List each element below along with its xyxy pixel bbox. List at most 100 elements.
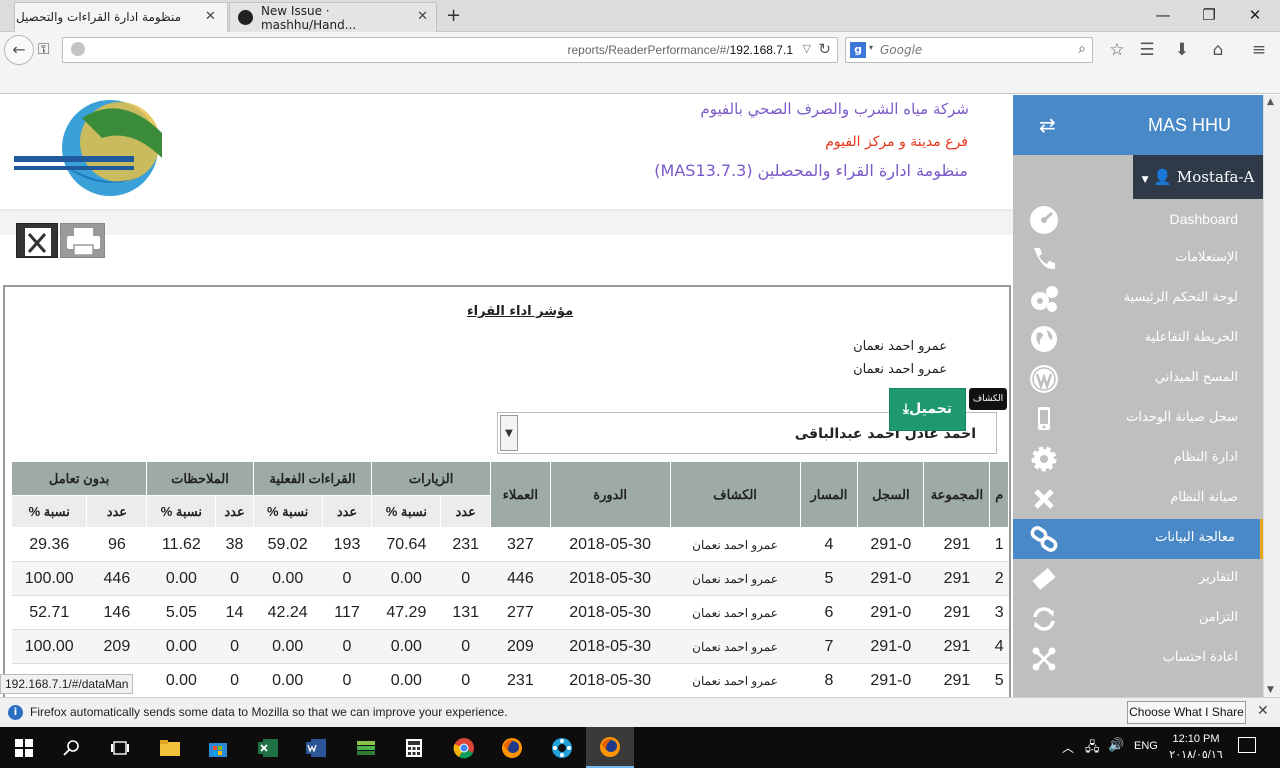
url-path: reports/ReaderPerformance/#/ (567, 43, 730, 57)
url-host: 192.168.7.1 (729, 43, 793, 57)
tab-title: New Issue · mashhu/Hand... (260, 3, 357, 32)
close-icon[interactable]: ✕ (417, 9, 428, 24)
col-percent: نسبة % (252, 495, 323, 528)
swap-arrows-icon[interactable]: ⇄ (1039, 113, 1056, 137)
group-notes: الملاحظات (146, 461, 254, 496)
sidebar-item-system-maintenance[interactable]: صيانة النظام (1013, 479, 1263, 519)
file-explorer-icon[interactable] (146, 727, 194, 768)
info-icon: i (8, 705, 23, 720)
sidebar-item-sync[interactable]: التزامن (1013, 599, 1263, 639)
chevron-down-icon: ▾ (869, 43, 874, 52)
tab-active[interactable]: منظومة ادارة القراءات والتحصيل ✕ (14, 2, 228, 32)
key-icon[interactable]: ⚿ (38, 40, 49, 58)
report-panel: مؤشر اداء القراء عمرو احمد نعمان عمرو اح… (3, 285, 1011, 697)
search-icon[interactable]: ⌕ (1078, 41, 1086, 57)
clock[interactable]: 12:10 PM ٢٠١٨/٠٥/١٦ (1166, 731, 1226, 763)
download-button[interactable]: ⤓تحميل (889, 388, 966, 431)
word-icon[interactable] (292, 727, 340, 768)
col-path: المسار (799, 461, 859, 528)
windows-logo-icon (15, 738, 33, 757)
sidebar-item-main-control[interactable]: لوحة التحكم الرئيسية (1013, 279, 1263, 319)
url-bar[interactable]: reports/ReaderPerformance/#/192.168.7.1 … (62, 37, 838, 63)
calculator-icon[interactable] (390, 727, 438, 768)
close-icon[interactable]: ✕ (1257, 703, 1269, 719)
cell-notes-percent: 0.00 (146, 561, 216, 596)
chevron-down-icon[interactable]: ▼ (500, 415, 518, 451)
maximize-button[interactable]: ❐ (1186, 0, 1232, 30)
google-icon: g (850, 42, 866, 58)
col-percent: نسبة % (10, 495, 88, 528)
choose-what-i-share-button[interactable]: Choose What I Share (1127, 701, 1246, 724)
volume-icon[interactable]: 🔊 (1108, 738, 1124, 753)
chevron-up-icon[interactable]: ︿ (1062, 739, 1074, 756)
sidebar: ⇄ MAS HHU ▼ 👤 Mostafa-A Dashboard الإستع… (1013, 95, 1263, 697)
company-logo (14, 100, 162, 196)
search-icon[interactable] (48, 727, 96, 768)
sidebar-item-label: معالجة البيانات (1155, 530, 1235, 545)
chrome-icon[interactable] (440, 727, 488, 768)
search-bar[interactable]: g ▾ Google ⌕ (845, 37, 1093, 63)
cell-visits-count: 0 (440, 629, 491, 664)
app-icon[interactable] (538, 727, 586, 768)
sidebar-item-unit-maintenance[interactable]: سجل صيانة الوحدات (1013, 399, 1263, 439)
cell-group: 291 (923, 595, 990, 630)
col-percent: نسبة % (146, 495, 217, 528)
books-icon[interactable] (342, 727, 390, 768)
reload-icon[interactable]: ↻ (818, 40, 831, 58)
menu-icon[interactable]: ≡ (1248, 40, 1270, 60)
cell-nodeal-count: 146 (86, 595, 147, 630)
close-icon[interactable]: ✕ (205, 9, 216, 24)
cell-visits-count: 131 (440, 595, 491, 630)
cell-notes-percent: 0.00 (146, 663, 216, 697)
notification-center-icon[interactable] (1238, 737, 1256, 753)
col-percent: نسبة % (371, 495, 442, 528)
new-tab-button[interactable]: + (446, 5, 461, 26)
print-button[interactable] (60, 223, 105, 258)
sidebar-item-field-survey[interactable]: المسح الميداني (1013, 359, 1263, 399)
reading-list-icon[interactable]: ☰ (1136, 40, 1158, 60)
home-icon[interactable]: ⌂ (1207, 40, 1229, 60)
sidebar-item-recalculate[interactable]: اعادة احتساب (1013, 639, 1263, 679)
cell-reader: عمرو احمد نعمان (670, 629, 801, 664)
col-count: عدد (215, 495, 254, 528)
search-placeholder: Google (880, 43, 923, 57)
sidebar-item-system-admin[interactable]: ادارة النظام (1013, 439, 1263, 479)
sidebar-item-label: ادارة النظام (1173, 450, 1238, 465)
minimize-button[interactable]: — (1140, 0, 1186, 30)
page-scrollbar[interactable]: ▲ ▼ (1263, 95, 1280, 697)
cell-customers: 327 (490, 527, 551, 562)
back-arrow-icon[interactable]: ← (4, 35, 34, 65)
sidebar-item-label: Dashboard (1169, 211, 1239, 227)
start-button[interactable] (0, 727, 48, 768)
scroll-up-icon[interactable]: ▲ (1267, 97, 1274, 107)
sidebar-item-dashboard[interactable]: Dashboard (1013, 200, 1263, 240)
network-icon[interactable]: 🖧 (1085, 738, 1100, 760)
cell-reads-count: 0 (322, 629, 372, 664)
tab-inactive[interactable]: New Issue · mashhu/Hand... ✕ (229, 2, 437, 32)
sidebar-item-reports[interactable]: التقارير (1013, 559, 1263, 599)
sidebar-item-map[interactable]: الخريطة التفاعلية (1013, 319, 1263, 359)
bookmark-star-icon[interactable]: ☆ (1106, 40, 1128, 60)
user-menu-button[interactable]: ▼ 👤 Mostafa-A (1133, 155, 1263, 199)
dropdown-arrow-icon[interactable]: ▽ (803, 42, 811, 55)
link-icon (1028, 523, 1060, 555)
sidebar-item-inquiries[interactable]: الإستعلامات (1013, 239, 1263, 279)
download-icon[interactable]: ⬇ (1171, 40, 1193, 60)
report-table: م المجموعة السجل المسار الكشاف الدورة ال… (10, 461, 1009, 697)
store-icon[interactable] (194, 727, 242, 768)
cell-reads-count: 0 (322, 561, 372, 596)
cell-reads-percent: 0.00 (253, 629, 323, 664)
export-excel-button[interactable] (16, 223, 58, 258)
firefox-icon[interactable] (488, 727, 536, 768)
excel-icon[interactable] (244, 727, 292, 768)
browser-tab-bar: منظومة ادارة القراءات والتحصيل ✕ New Iss… (0, 0, 1280, 32)
firefox-active-icon[interactable] (586, 727, 634, 768)
language-indicator[interactable]: ENG (1134, 740, 1158, 752)
toolbar-band (0, 211, 1013, 235)
close-window-button[interactable]: ✕ (1232, 0, 1278, 30)
sidebar-item-data-processing[interactable]: معالجة البيانات (1013, 519, 1263, 559)
cell-nodeal-percent: 100.00 (11, 629, 87, 664)
firefox-notification-bar: i Firefox automatically sends some data … (0, 697, 1280, 727)
task-view-icon[interactable] (96, 727, 144, 768)
scroll-down-icon[interactable]: ▼ (1267, 685, 1274, 695)
